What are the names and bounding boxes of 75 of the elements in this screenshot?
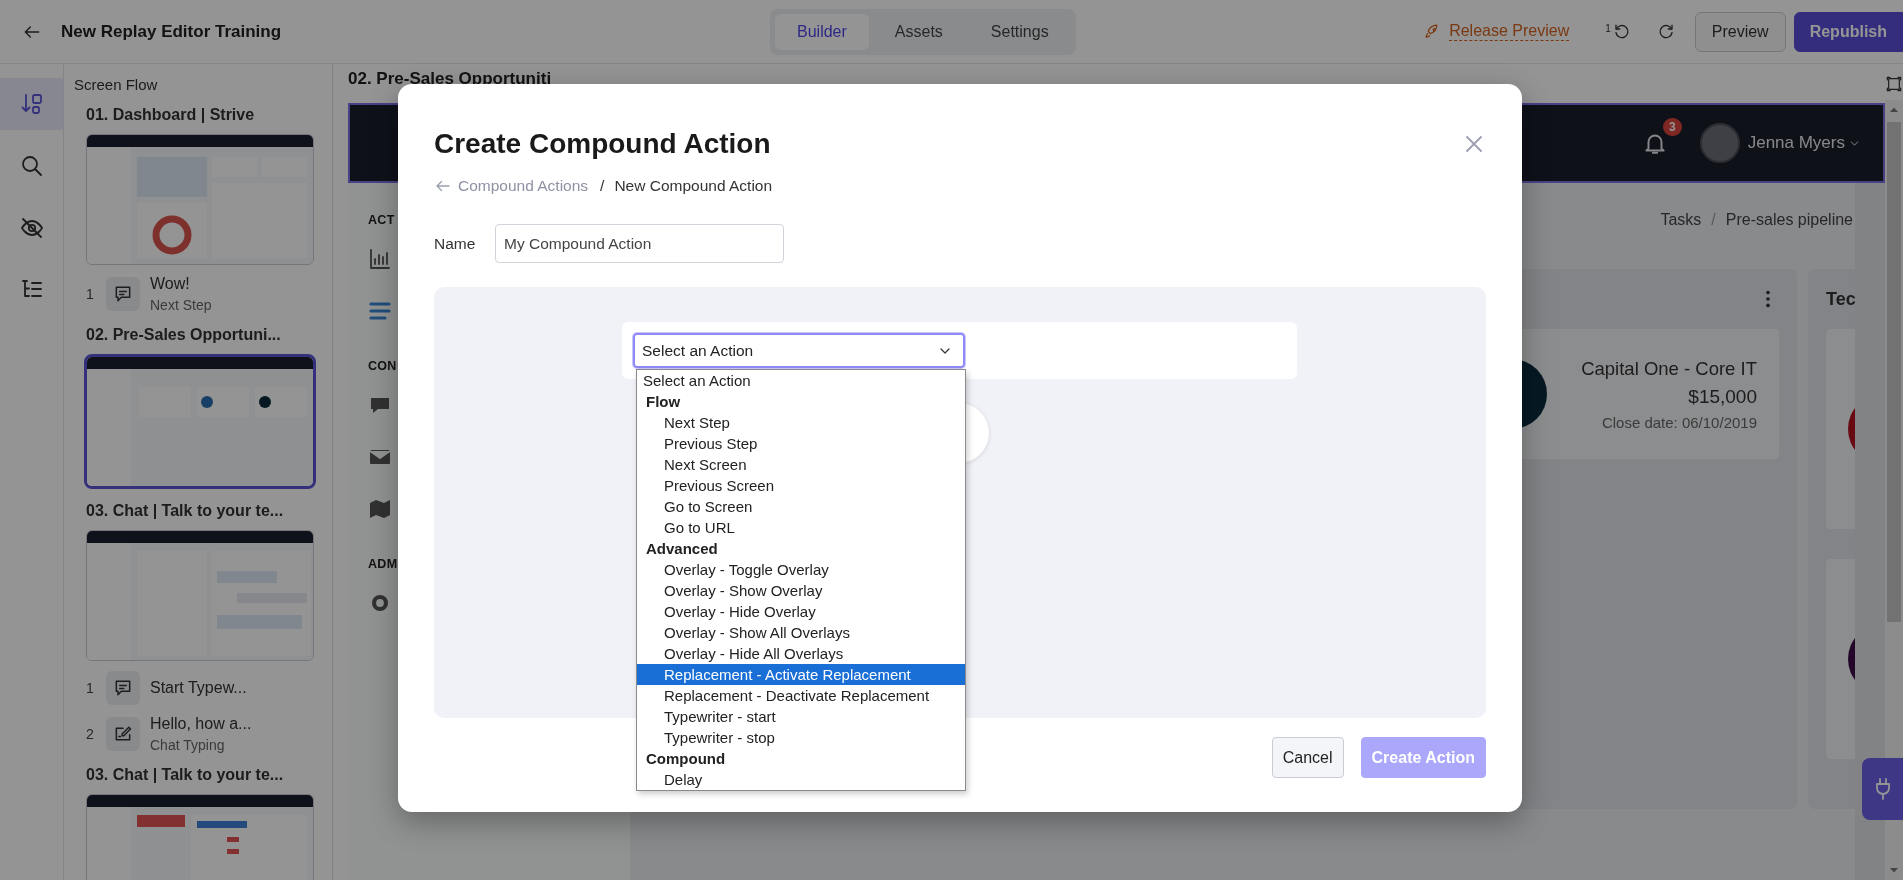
dropdown-option[interactable]: Replacement - Deactivate Replacement [637,685,965,706]
dropdown-option[interactable]: Next Step [637,412,965,433]
cancel-button[interactable]: Cancel [1271,737,1344,778]
plugin-button[interactable] [1862,758,1903,820]
screen-title[interactable]: 01. Dashboard | Strive [86,106,332,124]
column-title: Tec [1826,288,1855,310]
chart-icon[interactable] [368,247,392,271]
scrollbar[interactable] [1885,100,1903,880]
close-date: Close date: 06/10/2019 [1600,413,1757,431]
step-number: 2 [86,726,95,742]
nav-section-label: CON [368,359,397,373]
step-title[interactable]: Wow! [150,275,212,293]
dropdown-option[interactable]: Typewriter - stop [637,727,965,748]
dropdown-option[interactable]: Go to Screen [637,496,965,517]
breadcrumb-item[interactable]: Tasks [1660,211,1702,229]
dropdown-option[interactable]: Replacement - Activate Replacement [637,664,965,685]
back-link-text: Compound Actions [458,177,589,195]
dropdown-option[interactable]: Next Screen [637,454,965,475]
dropdown-option[interactable]: Previous Screen [637,475,965,496]
edit-icon [113,724,133,744]
step-subtitle: Next Step [150,297,212,313]
dropdown-option[interactable]: Delay [637,769,965,790]
nav-section-label: ADM [368,557,398,571]
step-number: 1 [86,286,95,302]
deal-title: Capital One - Core IT [1581,357,1757,380]
breadcrumb-current: New Compound Action [614,177,773,195]
name-field[interactable]: My Compound Action [495,224,784,263]
back-link[interactable]: Compound Actions [434,177,589,195]
map-icon[interactable] [368,497,392,521]
step-subtitle: Chat Typing [150,737,226,753]
dropdown-option[interactable]: Typewriter - start [637,706,965,727]
screen-title[interactable]: 03. Chat | Talk to your te... [86,766,332,784]
tab[interactable]: Settings [968,13,1071,50]
dropdown-option[interactable]: Overlay - Show All Overlays [637,622,965,643]
step-title[interactable]: Start Typew... [150,679,247,697]
tab[interactable]: Builder [775,13,869,50]
undo-icon[interactable] [1612,22,1631,41]
list-icon[interactable] [368,299,392,323]
step-number: 1 [86,680,95,696]
frame-icon[interactable] [1886,76,1902,92]
message-icon [113,284,133,304]
project-title: New Replay Editor Training [61,21,282,42]
screen-title[interactable]: 02. Pre-Sales Opportuni... [86,326,332,344]
dropdown-option[interactable]: Overlay - Hide All Overlays [637,643,965,664]
dropdown-option[interactable]: Overlay - Toggle Overlay [637,559,965,580]
undo-count: 1 [1605,22,1611,34]
deal-amount: $15,000 [1687,385,1757,408]
dropdown-option[interactable]: Previous Step [637,433,965,454]
dropdown-option[interactable]: Go to URL [637,517,965,538]
message-icon [113,678,133,698]
release-preview-text: Release Preview [1449,22,1570,41]
option-group-label: Compound [645,749,727,769]
panel-title: Screen Flow [74,76,159,93]
dropdown-option[interactable]: Overlay - Hide Overlay [637,601,965,622]
screen-heading: 02. Pre-Sales Opportuniti [348,68,553,90]
notification-badge: 3 [1663,118,1682,136]
step-title[interactable]: Hello, how a... [150,715,252,733]
modal-title: Create Compound Action [434,128,771,160]
screen-thumbnail[interactable] [84,354,316,489]
release-preview-link[interactable]: Release Preview [1424,22,1570,41]
nav-section-label: ACT [368,213,395,227]
breadcrumb-item[interactable]: Pre-sales pipeline [1725,211,1853,229]
breadcrumb-separator: / [1711,211,1716,229]
dropdown-option[interactable]: Overlay - Show Overlay [637,580,965,601]
preview-button[interactable]: Preview [1694,11,1786,52]
republish-button[interactable]: Republish [1793,11,1903,52]
option-group-label: Flow [645,392,682,412]
name-label: Name [434,234,477,253]
option-group-label: Advanced [645,539,719,559]
tab[interactable]: Assets [872,13,965,50]
scrollbar-thumb[interactable] [1887,122,1901,622]
breadcrumb-separator: / [600,177,605,195]
dropdown-option[interactable]: Select an Action [637,370,965,391]
action-select[interactable]: Select an Action [633,333,965,368]
screen-title[interactable]: 03. Chat | Talk to your te... [86,502,332,520]
